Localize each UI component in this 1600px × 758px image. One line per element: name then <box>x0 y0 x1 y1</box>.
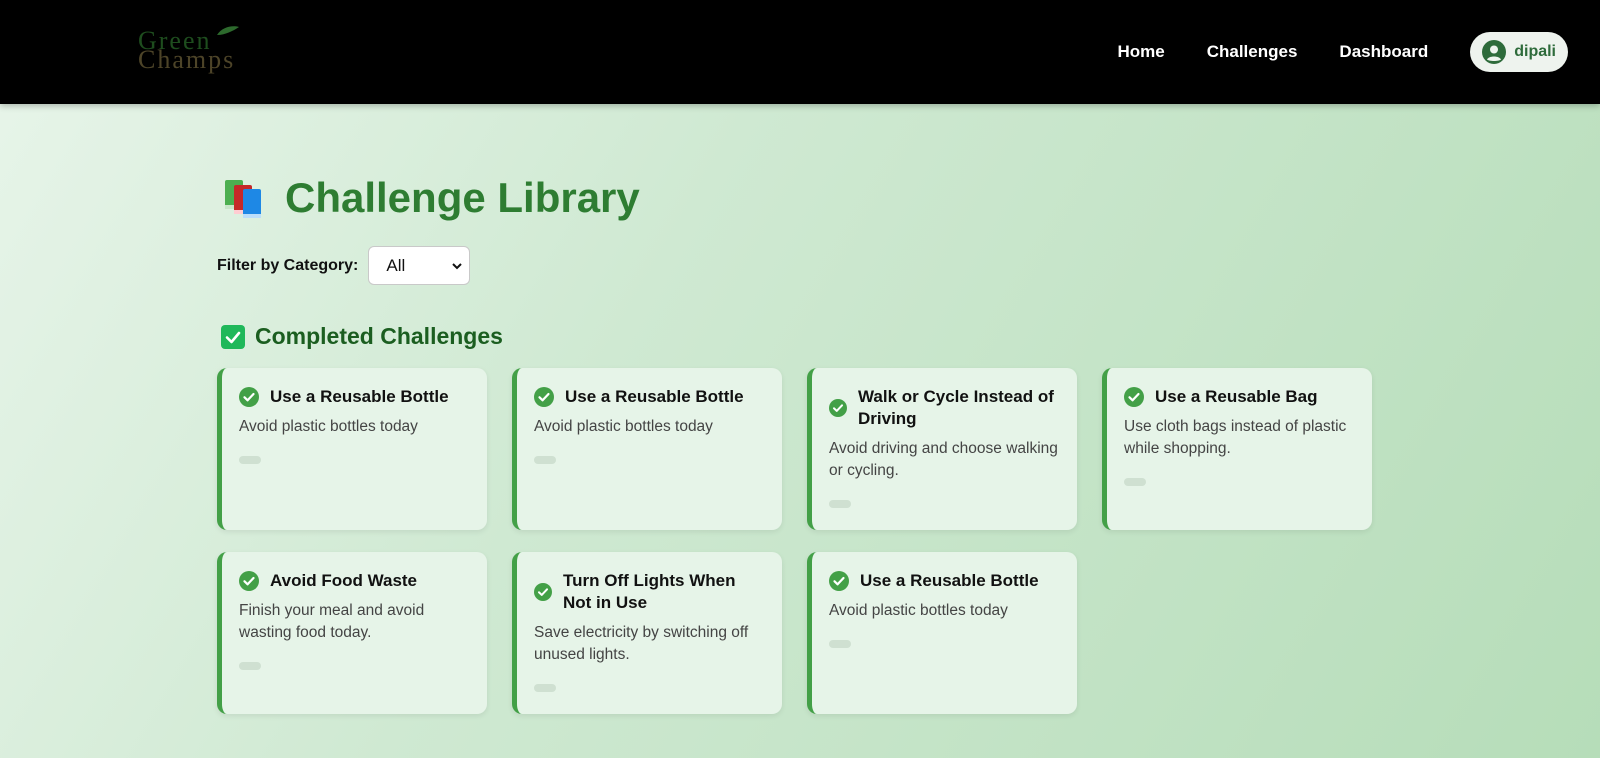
challenge-description: Use cloth bags instead of plastic while … <box>1124 418 1347 457</box>
challenge-tag <box>239 662 261 670</box>
section-title: Completed Challenges <box>255 323 503 349</box>
challenge-description: Avoid plastic bottles today <box>239 418 418 435</box>
leaf-icon <box>217 26 239 35</box>
challenge-title: Avoid Food Waste <box>270 571 418 590</box>
nav-link-challenges[interactable]: Challenges <box>1207 42 1298 62</box>
check-circle-icon <box>534 583 552 601</box>
challenge-tag <box>829 500 851 508</box>
challenge-tag <box>239 456 261 464</box>
section-header: Completed Challenges <box>221 323 1600 350</box>
page-title-row: Challenge Library <box>221 174 1600 222</box>
challenge-card[interactable]: Avoid Food Waste Finish your meal and av… <box>217 552 487 714</box>
challenge-card[interactable]: Use a Reusable Bottle Avoid plastic bott… <box>512 368 782 530</box>
check-circle-icon <box>829 571 849 591</box>
challenge-title: Use a Reusable Bottle <box>860 571 1039 590</box>
challenge-description: Finish your meal and avoid wasting food … <box>239 602 425 641</box>
challenge-description: Avoid driving and choose walking or cycl… <box>829 440 1058 479</box>
challenge-card[interactable]: Turn Off Lights When Not in Use Save ele… <box>512 552 782 714</box>
check-circle-icon <box>534 387 554 407</box>
challenge-tag <box>1124 478 1146 486</box>
check-circle-icon <box>829 399 847 417</box>
user-name: dipali <box>1514 43 1556 60</box>
challenge-title: Use a Reusable Bottle <box>270 387 449 406</box>
challenge-description: Avoid plastic bottles today <box>534 418 713 435</box>
chevron-down-icon <box>452 263 463 270</box>
challenge-description: Save electricity by switching off unused… <box>534 624 749 663</box>
nav-link-home[interactable]: Home <box>1117 42 1164 62</box>
check-circle-icon <box>239 387 259 407</box>
check-circle-icon <box>239 571 259 591</box>
page-title: Challenge Library <box>285 174 640 221</box>
challenge-card[interactable]: Walk or Cycle Instead of Driving Avoid d… <box>807 368 1077 530</box>
challenge-cards: Use a Reusable Bottle Avoid plastic bott… <box>217 368 1600 714</box>
check-circle-icon <box>1124 387 1144 407</box>
nav-links: Home Challenges Dashboard dipali <box>1117 32 1568 72</box>
main-content: Challenge Library Filter by Category: Al… <box>0 104 1600 714</box>
challenge-description: Avoid plastic bottles today <box>829 602 1008 619</box>
brand-logo[interactable]: Green Champs <box>138 22 313 82</box>
nav-link-dashboard[interactable]: Dashboard <box>1339 42 1428 62</box>
challenge-title: Use a Reusable Bag <box>1155 387 1318 406</box>
brand-line-2: Champs <box>138 45 236 74</box>
challenge-tag <box>829 640 851 648</box>
challenge-card[interactable]: Use a Reusable Bag Use cloth bags instea… <box>1102 368 1372 530</box>
user-circle-icon <box>1482 40 1507 64</box>
challenge-tag <box>534 684 556 692</box>
top-navbar: Green Champs Home Challenges Dashboard d… <box>0 0 1600 104</box>
category-filter: Filter by Category: All <box>217 246 1600 285</box>
challenge-card[interactable]: Use a Reusable Bottle Avoid plastic bott… <box>217 368 487 530</box>
challenge-title: Use a Reusable Bottle <box>565 387 744 406</box>
challenge-card[interactable]: Use a Reusable Bottle Avoid plastic bott… <box>807 552 1077 714</box>
user-menu-button[interactable]: dipali <box>1470 32 1568 72</box>
filter-label: Filter by Category: <box>217 256 359 274</box>
category-select-value: All <box>386 255 406 275</box>
challenge-tag <box>534 456 556 464</box>
category-select[interactable]: All <box>368 246 471 285</box>
challenge-title: Turn Off Lights When Not in Use <box>563 571 736 612</box>
challenge-title: Walk or Cycle Instead of Driving <box>858 387 1054 428</box>
books-icon <box>225 180 261 218</box>
checkbox-checked-icon <box>221 324 245 349</box>
